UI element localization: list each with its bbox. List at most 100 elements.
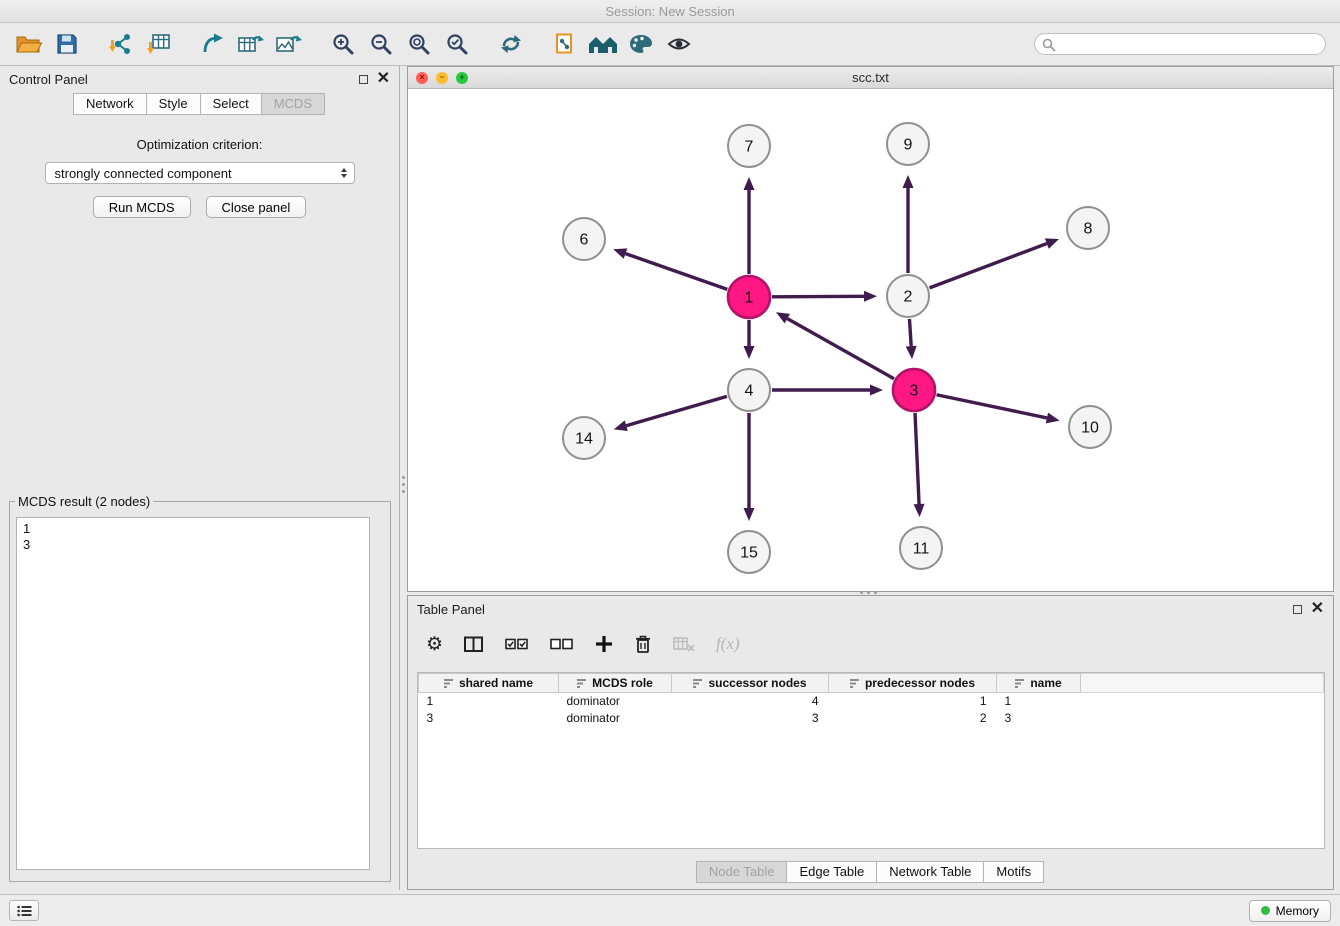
graph-edge-1-6[interactable] bbox=[626, 254, 728, 290]
memory-status-icon bbox=[1261, 906, 1270, 915]
tab-edge-table[interactable]: Edge Table bbox=[786, 861, 877, 883]
float-panel-icon[interactable] bbox=[359, 75, 368, 84]
graph-edge-arrowhead bbox=[1045, 238, 1059, 248]
select-all-columns-button[interactable] bbox=[505, 636, 529, 652]
table-cell[interactable]: 1 bbox=[997, 693, 1081, 710]
column-header-mcds-role[interactable]: MCDS role bbox=[559, 674, 672, 693]
graph-edge-arrowhead bbox=[903, 175, 914, 188]
graph-edge-3-11[interactable] bbox=[915, 413, 919, 504]
refresh-icon bbox=[498, 32, 524, 56]
import-table-file-button[interactable] bbox=[140, 26, 178, 62]
unselect-all-columns-button[interactable] bbox=[550, 636, 574, 652]
toggle-details-button[interactable] bbox=[660, 26, 698, 62]
mcds-result-text[interactable]: 13 bbox=[16, 517, 370, 870]
new-network-button[interactable] bbox=[194, 26, 232, 62]
table-settings-button[interactable]: ⚙ bbox=[426, 635, 443, 654]
save-session-button[interactable] bbox=[48, 26, 86, 62]
mcds-result-box: MCDS result (2 nodes) 13 bbox=[9, 494, 391, 882]
style-button[interactable] bbox=[622, 26, 660, 62]
graph-node-6[interactable]: 6 bbox=[563, 218, 605, 260]
zoom-selected-button[interactable] bbox=[438, 26, 476, 62]
import-network-file-button[interactable] bbox=[102, 26, 140, 62]
apply-layout-button[interactable] bbox=[492, 26, 530, 62]
tab-select[interactable]: Select bbox=[200, 93, 262, 115]
graph-edge-2-8[interactable] bbox=[930, 244, 1047, 288]
close-window-icon[interactable]: × bbox=[416, 72, 428, 84]
tab-network-table[interactable]: Network Table bbox=[876, 861, 984, 883]
optimization-select[interactable]: strongly connected component bbox=[45, 162, 355, 184]
network-overview-button[interactable] bbox=[584, 26, 622, 62]
network-window-titlebar[interactable]: scc.txt × − + bbox=[408, 67, 1333, 89]
column-header-filler bbox=[1081, 674, 1324, 693]
zoom-window-icon[interactable]: + bbox=[456, 72, 468, 84]
zoom-fit-button[interactable] bbox=[400, 26, 438, 62]
graph-node-15[interactable]: 15 bbox=[728, 531, 770, 573]
graph-node-10[interactable]: 10 bbox=[1069, 406, 1111, 448]
show-panels-button[interactable] bbox=[9, 900, 39, 921]
table-cell[interactable]: 3 bbox=[997, 710, 1081, 727]
graph-edge-4-14[interactable] bbox=[626, 396, 727, 425]
table-cell[interactable]: 3 bbox=[419, 710, 559, 727]
network-graph[interactable]: 7 9 6 8 1 2 4 3 14 10 15 11 bbox=[408, 89, 1333, 591]
houses-icon bbox=[587, 33, 619, 55]
show-columns-button[interactable] bbox=[464, 636, 484, 653]
table-cell[interactable]: dominator bbox=[559, 710, 672, 727]
column-header-predecessor-nodes[interactable]: predecessor nodes bbox=[829, 674, 997, 693]
graph-node-3[interactable]: 3 bbox=[893, 369, 935, 411]
open-session-button[interactable] bbox=[10, 26, 48, 62]
graph-edge-3-10[interactable] bbox=[937, 395, 1047, 418]
column-header-name[interactable]: name bbox=[997, 674, 1081, 693]
import-network-icon bbox=[108, 32, 134, 56]
table-cell[interactable]: 1 bbox=[829, 693, 997, 710]
tab-style[interactable]: Style bbox=[146, 93, 201, 115]
sort-icon bbox=[1015, 678, 1025, 689]
table-cell[interactable]: 3 bbox=[672, 710, 829, 727]
close-panel-button[interactable]: Close panel bbox=[206, 196, 307, 218]
delete-column-button[interactable] bbox=[634, 634, 652, 654]
column-header-successor-nodes[interactable]: successor nodes bbox=[672, 674, 829, 693]
table-cell[interactable]: 1 bbox=[419, 693, 559, 710]
memory-button[interactable]: Memory bbox=[1249, 900, 1331, 922]
graph-edge-2-3[interactable] bbox=[909, 319, 911, 346]
zoom-in-button[interactable] bbox=[324, 26, 362, 62]
graph-node-7[interactable]: 7 bbox=[728, 125, 770, 167]
float-panel-icon[interactable] bbox=[1293, 605, 1302, 614]
run-mcds-button[interactable]: Run MCDS bbox=[93, 196, 191, 218]
graph-node-9[interactable]: 9 bbox=[887, 123, 929, 165]
graph-node-2[interactable]: 2 bbox=[887, 275, 929, 317]
add-column-button[interactable] bbox=[595, 635, 613, 653]
status-bar: Memory bbox=[0, 894, 1340, 926]
export-table-button[interactable] bbox=[232, 26, 270, 62]
zoom-out-button[interactable] bbox=[362, 26, 400, 62]
graph-edge-1-2[interactable] bbox=[772, 296, 864, 297]
tab-node-table[interactable]: Node Table bbox=[696, 861, 788, 883]
column-header-shared-name[interactable]: shared name bbox=[419, 674, 559, 693]
tab-mcds[interactable]: MCDS bbox=[261, 93, 325, 115]
export-image-button[interactable] bbox=[270, 26, 308, 62]
splitter-handle[interactable] bbox=[401, 466, 406, 502]
window-titlebar[interactable]: Session: New Session bbox=[0, 0, 1340, 23]
graph-edge-3-1[interactable] bbox=[787, 319, 894, 379]
table-row[interactable]: 3dominator323 bbox=[419, 710, 1324, 727]
table-cell[interactable]: dominator bbox=[559, 693, 672, 710]
search-box[interactable] bbox=[1034, 33, 1326, 55]
sort-icon bbox=[577, 678, 587, 689]
table-cell[interactable]: 2 bbox=[829, 710, 997, 727]
tab-motifs[interactable]: Motifs bbox=[983, 861, 1044, 883]
tab-network[interactable]: Network bbox=[73, 93, 147, 115]
column-label: MCDS role bbox=[592, 676, 653, 690]
graph-node-8[interactable]: 8 bbox=[1067, 207, 1109, 249]
mcds-result-line: 3 bbox=[23, 537, 363, 553]
minimize-window-icon[interactable]: − bbox=[436, 72, 448, 84]
table-row[interactable]: 1dominator411 bbox=[419, 693, 1324, 710]
close-panel-icon[interactable]: ✕ bbox=[377, 71, 390, 87]
network-canvas[interactable]: 7 9 6 8 1 2 4 3 14 10 15 11 bbox=[408, 89, 1333, 591]
search-input[interactable] bbox=[1059, 37, 1309, 51]
graph-node-11[interactable]: 11 bbox=[900, 527, 942, 569]
graph-node-14[interactable]: 14 bbox=[563, 417, 605, 459]
graph-node-1[interactable]: 1 bbox=[728, 276, 770, 318]
first-neighbors-button[interactable] bbox=[546, 26, 584, 62]
graph-node-4[interactable]: 4 bbox=[728, 369, 770, 411]
table-cell[interactable]: 4 bbox=[672, 693, 829, 710]
close-panel-icon[interactable]: ✕ bbox=[1311, 601, 1324, 617]
